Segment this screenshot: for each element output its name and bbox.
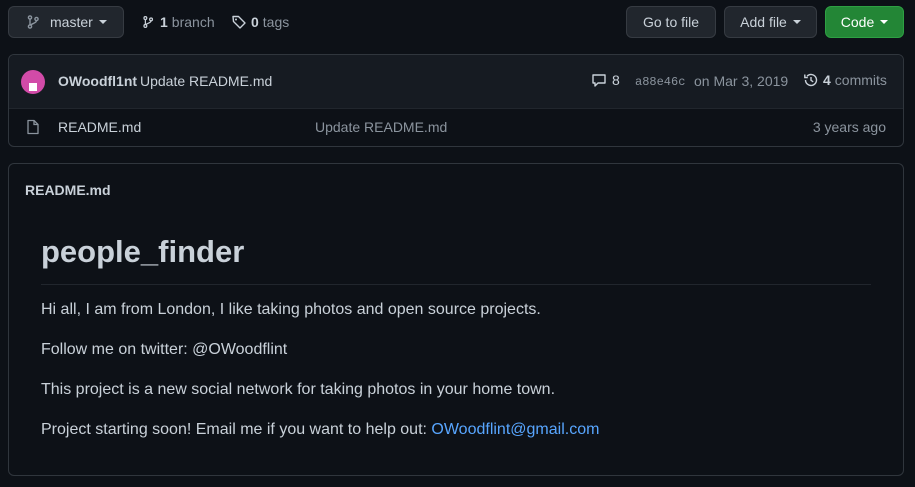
file-name-link[interactable]: README.md bbox=[58, 119, 141, 135]
chevron-down-icon bbox=[880, 20, 889, 24]
commit-date: on Mar 3, 2019 bbox=[694, 73, 789, 89]
go-to-file-label: Go to file bbox=[642, 14, 700, 30]
readme-paragraph: Hi all, I am from London, I like taking … bbox=[41, 301, 541, 318]
git-branch-icon bbox=[25, 14, 41, 30]
tag-count: 0 bbox=[251, 14, 259, 30]
branch-label: branch bbox=[171, 14, 215, 30]
go-to-file-button[interactable]: Go to file bbox=[626, 6, 716, 38]
commit-sha[interactable]: a88e46c bbox=[635, 75, 685, 89]
tag-label: tags bbox=[262, 14, 290, 30]
code-label: Code bbox=[840, 14, 875, 30]
file-icon bbox=[26, 119, 40, 135]
readme-title: people_finder bbox=[41, 234, 245, 269]
file-row: README.md Update README.md 3 years ago bbox=[9, 109, 903, 147]
branch-select-button[interactable]: master bbox=[8, 6, 124, 38]
email-link[interactable]: OWoodflint@gmail.com bbox=[431, 421, 599, 438]
add-file-button[interactable]: Add file bbox=[724, 6, 817, 38]
git-branch-icon bbox=[141, 14, 155, 30]
file-commit-message-link[interactable]: Update README.md bbox=[315, 119, 447, 135]
file-age: 3 years ago bbox=[812, 119, 886, 135]
comment-icon bbox=[591, 72, 607, 88]
comments-link[interactable]: 8 bbox=[591, 72, 620, 88]
readme-email-text: Project starting soon! Email me if you w… bbox=[41, 421, 432, 438]
tags-link[interactable]: 0 tags bbox=[231, 12, 289, 32]
branch-name: master bbox=[50, 14, 93, 30]
latest-commit-bar: OWoodfl1nt Update README.md 8 a88e46c on… bbox=[9, 55, 903, 109]
commits-history-link[interactable]: 4 commits bbox=[803, 72, 887, 88]
file-browser: OWoodfl1nt Update README.md 8 a88e46c on… bbox=[8, 54, 904, 147]
divider bbox=[41, 284, 871, 285]
branches-link[interactable]: 1 branch bbox=[141, 12, 215, 32]
commits-count: 4 bbox=[823, 72, 831, 88]
commits-label: commits bbox=[834, 72, 887, 88]
chevron-down-icon bbox=[792, 20, 801, 24]
readme-header[interactable]: README.md bbox=[25, 182, 111, 198]
readme-paragraph: Follow me on twitter: @OWoodflint bbox=[41, 341, 288, 358]
history-icon bbox=[803, 72, 819, 88]
readme-paragraph: This project is a new social network for… bbox=[41, 381, 556, 398]
chevron-down-icon bbox=[98, 20, 107, 24]
branch-count: 1 bbox=[160, 14, 168, 30]
commit-author[interactable]: OWoodfl1nt bbox=[58, 73, 137, 89]
comment-count: 8 bbox=[612, 72, 620, 88]
readme-panel: README.md people_finder Hi all, I am fro… bbox=[8, 163, 904, 476]
code-button[interactable]: Code bbox=[825, 6, 904, 38]
readme-paragraph: Project starting soon! Email me if you w… bbox=[41, 421, 599, 439]
add-file-label: Add file bbox=[740, 14, 787, 30]
tag-icon bbox=[231, 14, 247, 30]
avatar[interactable] bbox=[21, 70, 45, 94]
commit-message[interactable]: Update README.md bbox=[140, 73, 272, 89]
